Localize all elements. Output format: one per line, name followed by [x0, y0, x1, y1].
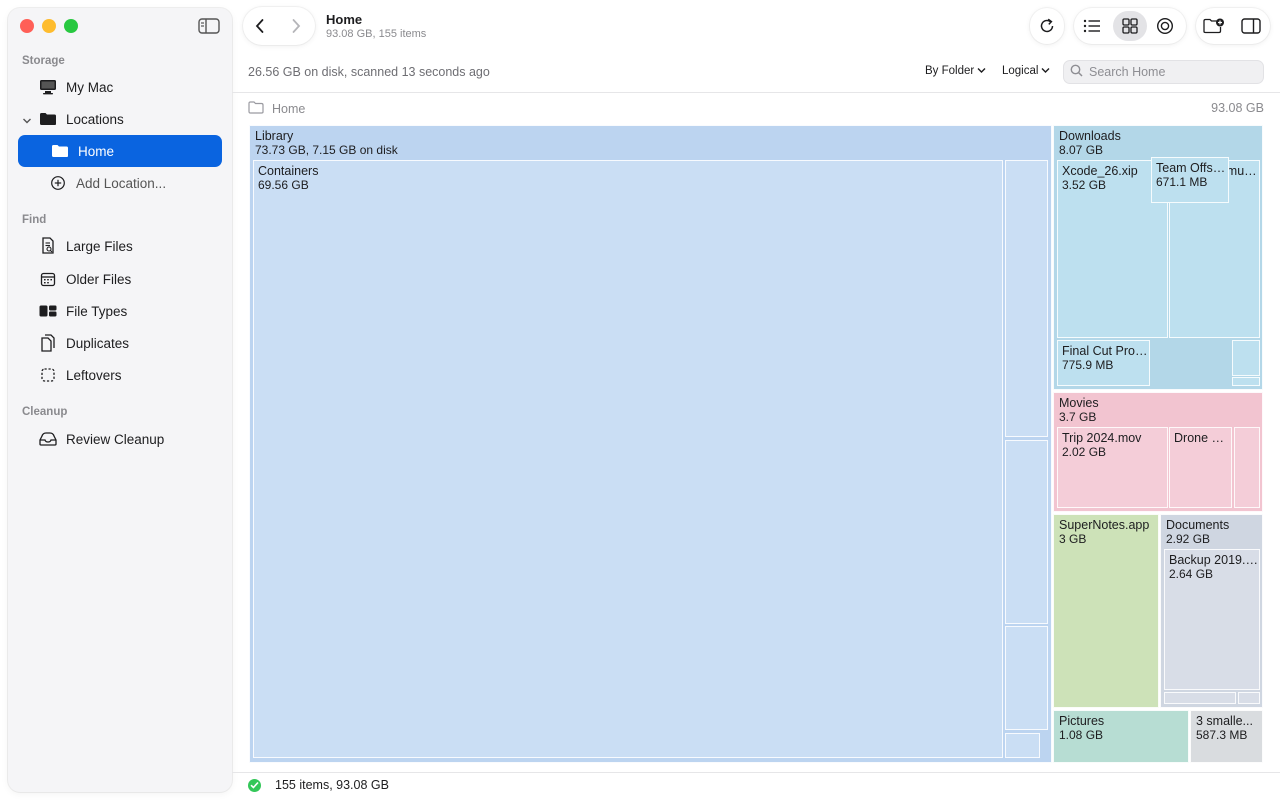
group-by-dropdown[interactable]: By Folder — [925, 65, 986, 77]
search-icon — [1070, 64, 1083, 80]
treemap-tile-downloads-child[interactable] — [1232, 377, 1260, 386]
window-subtitle: 93.08 GB, 155 items — [326, 28, 427, 40]
treemap-tile-movies[interactable]: Movies 3.7 GB Trip 2024.mov 2.02 GB Dron… — [1053, 392, 1263, 512]
add-location-button[interactable]: Add Location... — [18, 167, 222, 199]
sidebar-item-label: Large Files — [66, 238, 133, 254]
sidebar-item-home[interactable]: Home — [18, 135, 222, 167]
scan-info: 26.56 GB on disk, scanned 13 seconds ago — [248, 65, 490, 79]
treemap-tile-final-cut[interactable]: Final Cut Pro T... 775.9 MB — [1057, 340, 1150, 386]
document-magnify-icon — [38, 236, 58, 256]
sidebar-item-label: Review Cleanup — [66, 431, 165, 447]
treemap-view-button[interactable] — [1113, 11, 1147, 41]
actions-group — [1196, 8, 1270, 44]
treemap-tile-smaller-items[interactable]: 3 smalle... 587.3 MB — [1190, 710, 1263, 763]
group-by-value: By Folder — [925, 65, 975, 77]
header-divider — [232, 92, 1280, 93]
sidebar: Storage My Mac Locations Home Add Locati… — [8, 8, 232, 792]
sidebar-item-large-files[interactable]: Large Files — [18, 230, 222, 262]
treemap-tile-containers[interactable]: Containers 69.56 GB — [253, 160, 1003, 758]
window-title: Home — [326, 12, 363, 27]
sidebar-item-my-mac[interactable]: My Mac — [18, 71, 222, 103]
status-bar: 155 items, 93.08 GB — [248, 778, 389, 792]
treemap-tile-library[interactable]: Library 73.73 GB, 7.15 GB on disk Contai… — [249, 125, 1052, 763]
forward-button[interactable] — [281, 11, 311, 41]
section-label-find: Find — [22, 214, 47, 226]
sidebar-item-label: File Types — [66, 303, 128, 319]
reload-group — [1030, 8, 1064, 44]
chevron-down-icon — [1041, 65, 1050, 77]
search-input[interactable] — [1089, 65, 1249, 79]
breadcrumb-item-home[interactable]: Home — [272, 102, 305, 116]
size-mode-value: Logical — [1002, 65, 1039, 77]
breadcrumb-total-size: 93.08 GB — [1211, 101, 1264, 115]
sidebar-toggle-icon[interactable] — [198, 18, 220, 34]
sidebar-item-older-files[interactable]: Older Files — [18, 263, 222, 295]
treemap-tile-drone[interactable]: Drone B-... — [1169, 427, 1232, 508]
treemap-tile-library-child[interactable] — [1005, 440, 1048, 624]
sidebar-item-label: My Mac — [66, 79, 114, 95]
treemap-tile-library-child[interactable] — [1005, 733, 1040, 758]
sidebar-item-duplicates[interactable]: Duplicates — [18, 327, 222, 359]
sidebar-item-label: Locations — [66, 111, 124, 127]
breadcrumb: Home — [248, 101, 305, 117]
sidebar-item-label: Duplicates — [66, 335, 130, 351]
chevron-down-icon — [977, 65, 986, 77]
computer-icon — [38, 77, 58, 97]
search-field[interactable] — [1063, 60, 1264, 84]
duplicate-documents-icon — [38, 333, 58, 353]
section-label-cleanup: Cleanup — [22, 406, 68, 418]
treemap-tile-documents-child[interactable] — [1238, 692, 1260, 704]
file-types-icon — [38, 301, 58, 321]
sidebar-item-label: Leftovers — [66, 367, 122, 383]
sidebar-item-locations[interactable]: Locations — [18, 103, 222, 135]
sidebar-item-label: Add Location... — [76, 175, 167, 191]
calendar-icon — [38, 269, 58, 289]
treemap-tile-pictures[interactable]: Pictures 1.08 GB — [1053, 710, 1189, 763]
list-view-button[interactable] — [1077, 11, 1107, 41]
sidebar-item-leftovers[interactable]: Leftovers — [18, 359, 222, 391]
treemap-tile-movies-child[interactable] — [1234, 427, 1260, 508]
sunburst-view-button[interactable] — [1150, 11, 1180, 41]
treemap-tile-trip-2024[interactable]: Trip 2024.mov 2.02 GB — [1057, 427, 1168, 508]
treemap-tile-downloads-child[interactable] — [1232, 340, 1260, 376]
treemap-tile-backup-2019[interactable]: Backup 2019.zip 2.64 GB — [1164, 549, 1260, 690]
folder-icon — [50, 141, 70, 161]
treemap-tile-documents-child[interactable] — [1164, 692, 1236, 704]
view-mode-group — [1074, 8, 1186, 44]
sidebar-item-review-cleanup[interactable]: Review Cleanup — [18, 423, 222, 455]
treemap-tile-supernotes[interactable]: SuperNotes.app 3 GB — [1053, 514, 1159, 708]
status-text: 155 items, 93.08 GB — [275, 778, 389, 792]
treemap-tile-library-child[interactable] — [1005, 160, 1048, 437]
rescan-button[interactable] — [1032, 11, 1062, 41]
chevron-down-icon[interactable] — [22, 114, 32, 124]
folder-icon — [38, 109, 58, 129]
treemap-tile-team-offsite[interactable]: Team Offsit... 671.1 MB — [1151, 157, 1229, 203]
checkmark-icon — [248, 778, 261, 792]
section-label-storage: Storage — [22, 55, 65, 67]
plus-circle-icon — [48, 173, 68, 193]
navigation-group — [243, 7, 315, 45]
treemap-tile-library-child[interactable] — [1005, 626, 1048, 730]
dashed-square-icon — [38, 365, 58, 385]
close-window-button[interactable] — [20, 19, 34, 33]
zoom-window-button[interactable] — [64, 19, 78, 33]
window-controls — [20, 19, 78, 33]
status-divider — [232, 772, 1280, 773]
sidebar-item-label: Home — [78, 143, 115, 159]
tray-icon — [38, 429, 58, 449]
inspector-toggle-button[interactable] — [1236, 11, 1266, 41]
new-folder-button[interactable] — [1199, 11, 1229, 41]
size-mode-dropdown[interactable]: Logical — [1002, 65, 1050, 77]
back-button[interactable] — [245, 11, 275, 41]
minimize-window-button[interactable] — [42, 19, 56, 33]
sidebar-item-label: Older Files — [66, 271, 132, 287]
folder-outline-icon — [248, 101, 264, 117]
treemap-tile-downloads[interactable]: Downloads 8.07 GB Xcode_26.xip 3.52 GB i… — [1053, 125, 1263, 390]
sidebar-item-file-types[interactable]: File Types — [18, 295, 222, 327]
treemap-tile-documents[interactable]: Documents 2.92 GB Backup 2019.zip 2.64 G… — [1160, 514, 1263, 708]
